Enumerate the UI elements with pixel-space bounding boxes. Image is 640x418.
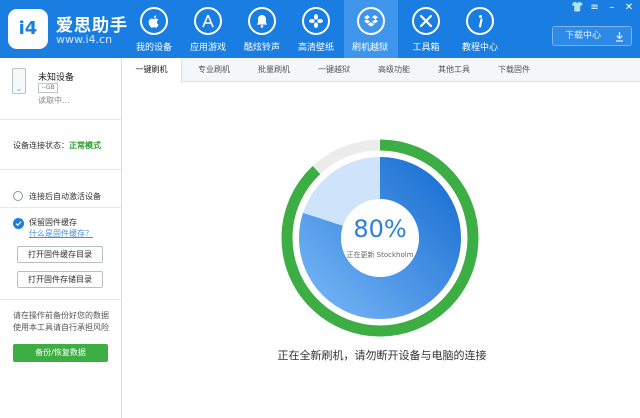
keep-cache-checkbox[interactable]: [13, 218, 24, 229]
nav-item-apps-games[interactable]: 应用游戏: [182, 0, 234, 58]
nav-item-toolbox[interactable]: 工具箱: [400, 0, 452, 58]
device-storage: --GB: [38, 83, 58, 93]
tab-download-firmware[interactable]: 下载固件: [484, 58, 544, 82]
window-controls: 👕 ≡ – ✕: [570, 2, 636, 16]
tools-icon: [412, 7, 440, 35]
flower-icon: [302, 7, 330, 35]
connection-label: 设备连接状态：: [13, 141, 69, 150]
device-name: 未知设备: [38, 73, 75, 83]
auto-activate-radio[interactable]: [13, 191, 23, 201]
keep-cache-label: 保留固件缓存: [29, 218, 77, 227]
bell-icon: [248, 7, 276, 35]
connection-panel: 设备连接状态：正常模式: [0, 120, 121, 170]
app-store-icon: [194, 7, 222, 35]
connection-value: 正常模式: [69, 141, 101, 150]
apple-icon: [140, 7, 168, 35]
main-panel: 一键刷机 专业刷机 批量刷机 一键越狱 高级功能 其他工具 下载固件 80% 正…: [122, 58, 640, 418]
tab-advanced[interactable]: 高级功能: [364, 58, 424, 82]
download-center-button[interactable]: 下载中心: [552, 26, 632, 46]
phone-icon: [12, 68, 26, 94]
progress-percent: 80%: [353, 215, 407, 243]
brand-url: www.i4.cn: [56, 33, 113, 46]
tab-pro-flash[interactable]: 专业刷机: [184, 58, 244, 82]
backup-restore-button[interactable]: 备份/恢复数据: [13, 344, 108, 362]
tab-one-click-flash[interactable]: 一键刷机: [122, 58, 182, 83]
title-bar: i4 爱思助手 www.i4.cn 我的设备 应用游戏 酷炫铃声 高清壁纸 刷机…: [0, 0, 640, 58]
progress-status: 正在更新 Stockholm: [346, 251, 414, 259]
download-icon: [616, 32, 623, 42]
nav-item-tutorials[interactable]: 教程中心: [454, 0, 506, 58]
flash-message: 正在全新刷机，请勿断开设备与电脑的连接: [277, 349, 487, 362]
tab-batch-flash[interactable]: 批量刷机: [244, 58, 304, 82]
dropbox-icon: [357, 7, 385, 35]
backup-panel: 请在操作前备份好您的数据使用本工具请自行承担风险 备份/恢复数据: [0, 300, 121, 418]
close-icon[interactable]: ✕: [622, 2, 636, 13]
connection-status: 设备连接状态：正常模式: [13, 140, 101, 151]
sidebar: 未知设备 --GB 读取中... 设备连接状态：正常模式 连接后自动激活设备 保…: [0, 58, 122, 418]
nav-item-ringtones[interactable]: 酷炫铃声: [236, 0, 288, 58]
logo-badge-icon: i4: [8, 9, 48, 49]
backup-warning: 请在操作前备份好您的数据使用本工具请自行承担风险: [13, 311, 109, 332]
info-icon: [466, 7, 494, 35]
device-status: 读取中...: [38, 96, 70, 105]
auto-activate-label: 连接后自动激活设备: [29, 192, 101, 201]
check-icon: [15, 221, 22, 227]
firmware-cache-panel: 保留固件缓存 什么是固件缓存？ 打开固件缓存目录 打开固件存储目录: [0, 208, 121, 300]
download-center-label: 下载中心: [565, 31, 602, 41]
tab-bar: 一键刷机 专业刷机 批量刷机 一键越狱 高级功能 其他工具 下载固件: [122, 58, 640, 83]
tab-other-tools[interactable]: 其他工具: [424, 58, 484, 82]
nav-label: 教程中心: [461, 43, 498, 53]
tab-one-click-jailbreak[interactable]: 一键越狱: [304, 58, 364, 82]
open-storage-dir-button[interactable]: 打开固件存储目录: [17, 271, 103, 288]
what-is-cache-link[interactable]: 什么是固件缓存？: [29, 228, 93, 239]
open-cache-dir-button[interactable]: 打开固件缓存目录: [17, 246, 103, 263]
nav-label: 刷机越狱: [351, 43, 388, 53]
auto-activate-panel: 连接后自动激活设备: [0, 170, 121, 208]
shirt-icon[interactable]: 👕: [570, 2, 584, 13]
nav-item-wallpapers[interactable]: 高清壁纸: [290, 0, 342, 58]
device-panel: 未知设备 --GB 读取中...: [0, 58, 121, 120]
nav-item-flash-jailbreak[interactable]: 刷机越狱: [344, 0, 398, 58]
nav-item-my-device[interactable]: 我的设备: [128, 0, 180, 58]
menu-icon[interactable]: ≡: [588, 2, 602, 13]
minimize-icon[interactable]: –: [605, 2, 619, 13]
